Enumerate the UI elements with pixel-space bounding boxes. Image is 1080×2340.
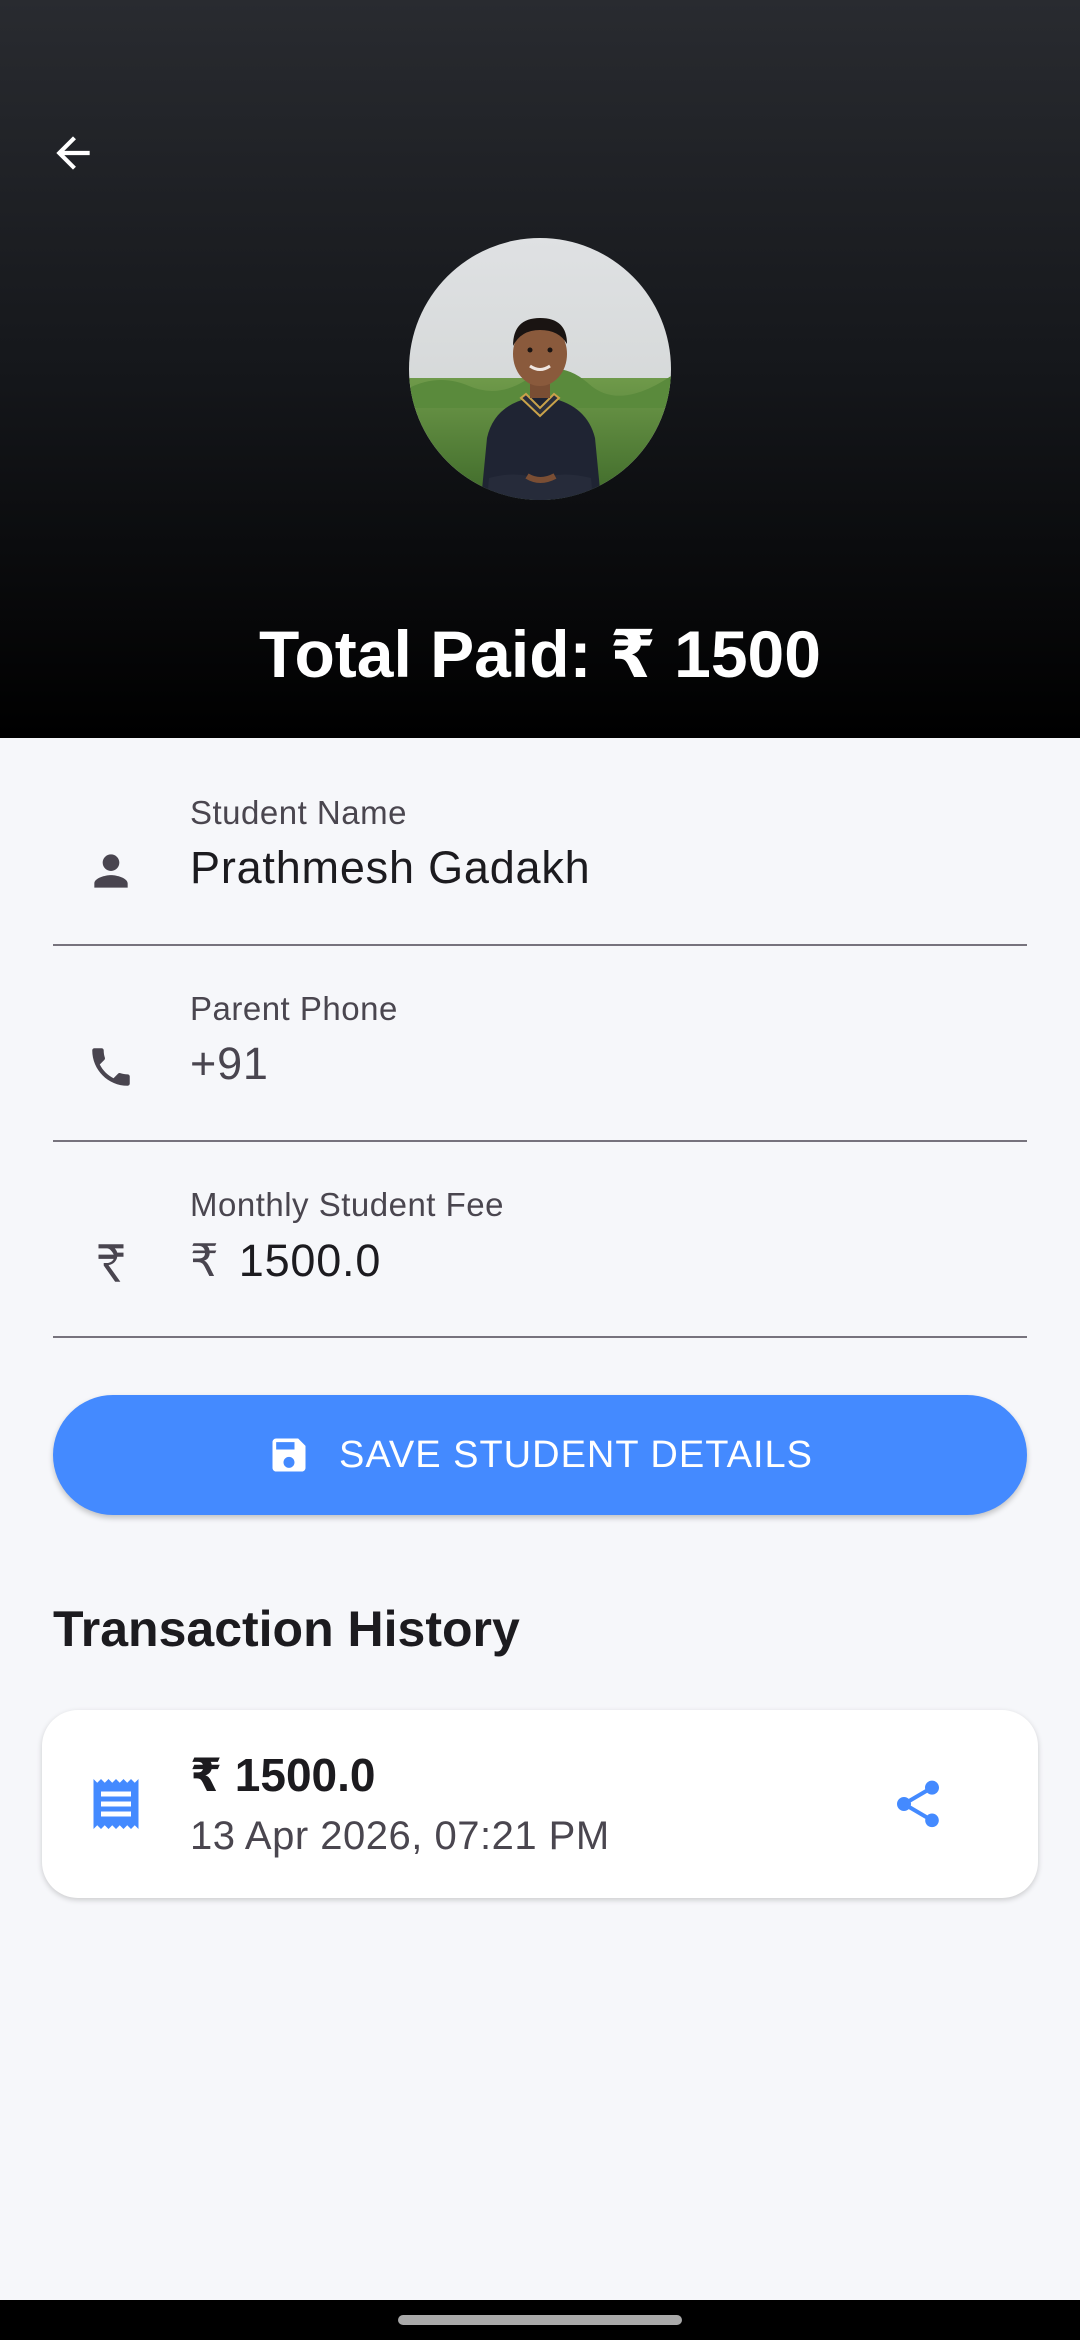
transaction-currency: ₹ bbox=[190, 1749, 223, 1801]
transaction-date: 13 Apr 2026, 07:21 PM bbox=[190, 1814, 610, 1858]
transaction-amount-value: 1500.0 bbox=[234, 1749, 376, 1801]
share-icon bbox=[897, 1780, 939, 1828]
rupee-icon bbox=[86, 1238, 136, 1288]
person-icon bbox=[86, 846, 136, 896]
save-icon bbox=[272, 1438, 306, 1472]
student-name-value[interactable]: Prathmesh Gadakh bbox=[190, 842, 591, 894]
fee-prefix: ₹ bbox=[190, 1235, 220, 1286]
monthly-fee-field[interactable]: Monthly Student Fee ₹ 1500.0 bbox=[53, 1164, 1027, 1338]
phone-prefix: +91 bbox=[190, 1038, 269, 1089]
total-paid-label: Total Paid: bbox=[259, 617, 592, 691]
system-nav-bar bbox=[0, 2300, 1080, 2340]
monthly-fee-value[interactable]: ₹ 1500.0 bbox=[190, 1234, 381, 1287]
total-paid-amount: 1500 bbox=[674, 617, 821, 691]
receipt-icon bbox=[86, 1774, 146, 1834]
phone-icon bbox=[86, 1042, 136, 1092]
save-button-label: SAVE STUDENT DETAILS bbox=[339, 1433, 813, 1476]
student-photo bbox=[409, 238, 671, 500]
student-name-label: Student Name bbox=[190, 794, 407, 831]
parent-phone-field[interactable]: Parent Phone +91 bbox=[53, 968, 1027, 1142]
total-paid-text: Total Paid: ₹ 1500 bbox=[0, 612, 1080, 696]
save-student-details-button[interactable]: SAVE STUDENT DETAILS bbox=[53, 1395, 1027, 1515]
monthly-fee-label: Monthly Student Fee bbox=[190, 1186, 505, 1223]
arrow-left-icon bbox=[56, 136, 90, 170]
fee-amount: 1500.0 bbox=[238, 1235, 382, 1286]
parent-phone-label: Parent Phone bbox=[190, 990, 398, 1027]
transaction-amount: ₹ 1500.0 bbox=[190, 1748, 376, 1802]
home-gesture-handle[interactable] bbox=[398, 2315, 682, 2325]
transaction-card[interactable]: ₹ 1500.0 13 Apr 2026, 07:21 PM bbox=[42, 1710, 1038, 1898]
total-paid-currency: ₹ bbox=[609, 617, 656, 691]
share-button[interactable] bbox=[882, 1768, 954, 1840]
transaction-history-title: Transaction History bbox=[53, 1601, 520, 1657]
back-button[interactable] bbox=[40, 120, 106, 186]
profile-header: Total Paid: ₹ 1500 bbox=[0, 0, 1080, 738]
parent-phone-value[interactable]: +91 bbox=[190, 1038, 275, 1090]
avatar[interactable] bbox=[409, 238, 671, 500]
student-name-field[interactable]: Student Name Prathmesh Gadakh bbox=[53, 772, 1027, 946]
